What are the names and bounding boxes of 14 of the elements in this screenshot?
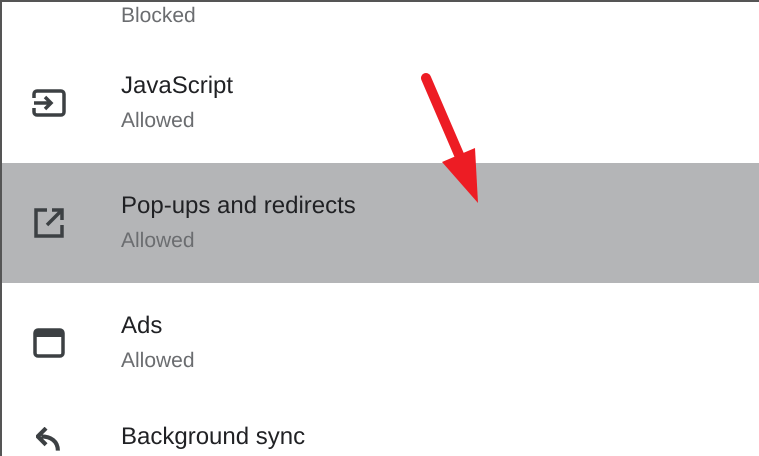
settings-item[interactable]: JavaScript Allowed [2,43,759,163]
item-title: JavaScript [121,72,234,101]
item-status: Blocked [121,2,196,29]
settings-item[interactable]: Pop-ups and redirects Allowed [2,163,759,283]
item-title: Pop-ups and redirects [121,192,356,221]
item-status: Allowed [121,228,196,254]
curved-arrow-icon [36,427,62,453]
item-status: Allowed [121,348,195,374]
settings-item[interactable]: Ads Allowed [2,283,759,403]
item-status: Allowed [121,108,196,134]
settings-item[interactable]: Background sync [2,403,759,456]
item-title: Background sync [121,423,306,452]
settings-item[interactable]: Blocked [2,2,759,43]
item-title: Ads [121,312,164,341]
